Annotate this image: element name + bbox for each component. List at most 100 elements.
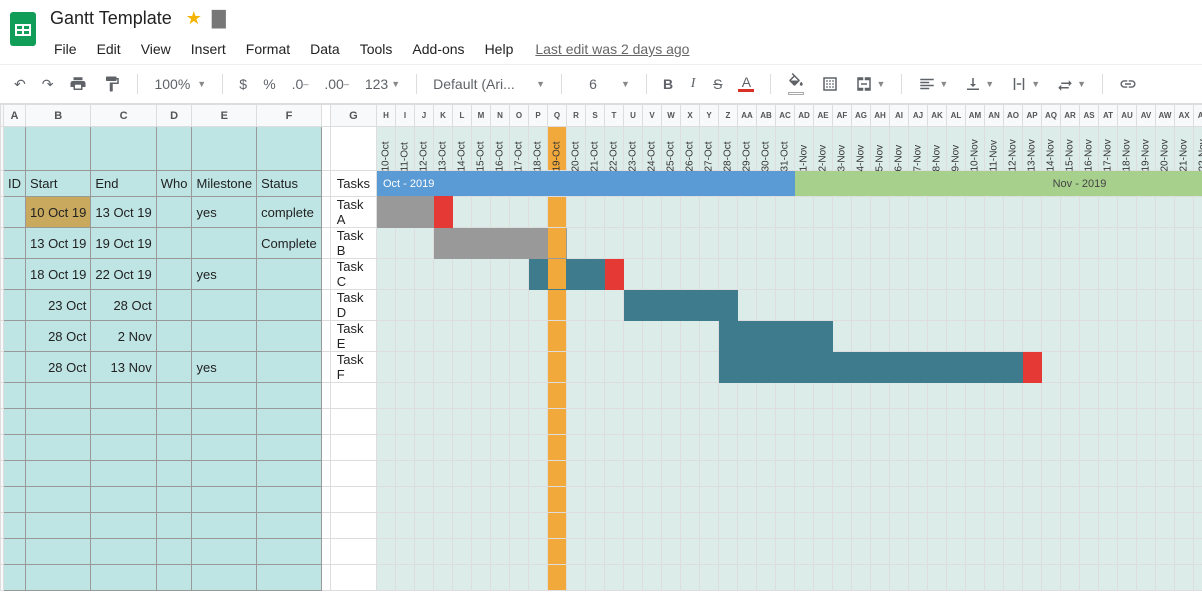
col-header-E[interactable]: E [192,105,257,127]
cell-r4-c1[interactable]: 28 Oct [26,321,91,352]
col-header-AT[interactable]: AT [1099,105,1118,127]
col-header-I[interactable]: I [396,105,415,127]
col-header-AS[interactable]: AS [1080,105,1099,127]
empty-cell[interactable] [91,435,156,461]
decrease-decimal-button[interactable]: .0_ [286,72,315,96]
italic-button[interactable]: I [683,72,703,96]
menu-format[interactable]: Format [238,37,298,61]
cell-r5-c2[interactable]: 13 Nov [91,352,156,383]
empty-cell[interactable] [4,409,26,435]
cell-r3-c1[interactable]: 23 Oct [26,290,91,321]
empty-cell[interactable] [26,409,91,435]
col-header-P[interactable]: P [529,105,548,127]
cell-r0-c3[interactable] [156,197,192,228]
empty-cell[interactable] [4,435,26,461]
format-percent-button[interactable]: % [257,72,281,96]
empty-cell[interactable] [156,435,192,461]
menu-help[interactable]: Help [477,37,522,61]
text-wrap-button[interactable]: ▼ [1004,71,1046,97]
empty-cell[interactable] [156,565,192,591]
col-header-S[interactable]: S [586,105,605,127]
zoom-dropdown[interactable]: 100%▼ [148,72,212,96]
cell-r4-c2[interactable]: 2 Nov [91,321,156,352]
doc-title[interactable]: Gantt Template [46,6,176,31]
insert-link-button[interactable] [1113,71,1143,97]
header-who[interactable]: Who [156,171,192,197]
cell-r2-c0[interactable] [4,259,26,290]
sheets-app-icon[interactable] [10,12,36,46]
empty-cell[interactable] [192,435,257,461]
empty-cell[interactable] [4,513,26,539]
col-header-AM[interactable]: AM [966,105,985,127]
cell-r2-c1[interactable]: 18 Oct 19 [26,259,91,290]
col-header-AL[interactable]: AL [947,105,966,127]
header-end[interactable]: End [91,171,156,197]
empty-cell[interactable] [257,539,322,565]
cell-r5-c0[interactable] [4,352,26,383]
header-status[interactable]: Status [257,171,322,197]
strikethrough-button[interactable]: S [707,72,728,96]
col-header-A[interactable]: A [4,105,26,127]
text-rotation-button[interactable]: ▼ [1050,71,1092,97]
empty-cell[interactable] [192,409,257,435]
col-header-O[interactable]: O [510,105,529,127]
task-name-4[interactable]: Task E [330,321,376,352]
cell-r3-c3[interactable] [156,290,192,321]
move-to-folder-icon[interactable]: ▇ [212,8,226,29]
empty-cell[interactable] [156,461,192,487]
cell-r3-c5[interactable] [257,290,322,321]
cell-r1-c5[interactable]: Complete [257,228,322,259]
empty-cell[interactable] [156,487,192,513]
star-icon[interactable]: ★ [186,8,202,29]
cell-r0-c5[interactable]: complete [257,197,322,228]
col-header-V[interactable]: V [643,105,662,127]
empty-cell[interactable] [26,461,91,487]
col-header-Y[interactable]: Y [700,105,719,127]
col-header-AI[interactable]: AI [890,105,909,127]
more-formats-dropdown[interactable]: 123▼ [359,72,406,96]
empty-cell[interactable] [26,539,91,565]
menu-edit[interactable]: Edit [89,37,129,61]
empty-cell[interactable] [4,539,26,565]
empty-cell[interactable] [26,565,91,591]
cell-r3-c4[interactable] [192,290,257,321]
vertical-align-button[interactable]: ▼ [958,71,1000,97]
font-family-dropdown[interactable]: Default (Ari...▼ [427,72,551,96]
empty-cell[interactable] [257,565,322,591]
horizontal-align-button[interactable]: ▼ [912,71,954,97]
empty-task-cell[interactable] [330,383,376,409]
col-header-AD[interactable]: AD [795,105,814,127]
empty-cell[interactable] [257,383,322,409]
bold-button[interactable]: B [657,72,679,96]
col-header-AH[interactable]: AH [871,105,890,127]
empty-task-cell[interactable] [330,461,376,487]
empty-cell[interactable] [192,513,257,539]
cell-r5-c4[interactable]: yes [192,352,257,383]
col-header-D[interactable]: D [156,105,192,127]
cell-r4-c3[interactable] [156,321,192,352]
cell-r1-c2[interactable]: 19 Oct 19 [91,228,156,259]
cell-r2-c3[interactable] [156,259,192,290]
col-header-AU[interactable]: AU [1118,105,1137,127]
cell-r1-c0[interactable] [4,228,26,259]
task-name-2[interactable]: Task C [330,259,376,290]
col-header-W[interactable]: W [662,105,681,127]
col-header-AW[interactable]: AW [1156,105,1175,127]
cell-r0-c2[interactable]: 13 Oct 19 [91,197,156,228]
empty-cell[interactable] [192,539,257,565]
merge-cells-button[interactable]: ▼ [849,71,891,97]
menu-tools[interactable]: Tools [352,37,401,61]
menu-view[interactable]: View [133,37,179,61]
col-header-Z[interactable]: Z [719,105,738,127]
empty-task-cell[interactable] [330,513,376,539]
empty-cell[interactable] [257,435,322,461]
menu-add-ons[interactable]: Add-ons [404,37,472,61]
col-header-H[interactable]: H [377,105,396,127]
header-milestone[interactable]: Milestone [192,171,257,197]
paint-format-button[interactable] [97,71,127,97]
empty-cell[interactable] [26,513,91,539]
empty-cell[interactable] [91,539,156,565]
tasks-header[interactable]: Tasks [330,171,376,197]
col-header-AA[interactable]: AA [738,105,757,127]
cell-r4-c5[interactable] [257,321,322,352]
